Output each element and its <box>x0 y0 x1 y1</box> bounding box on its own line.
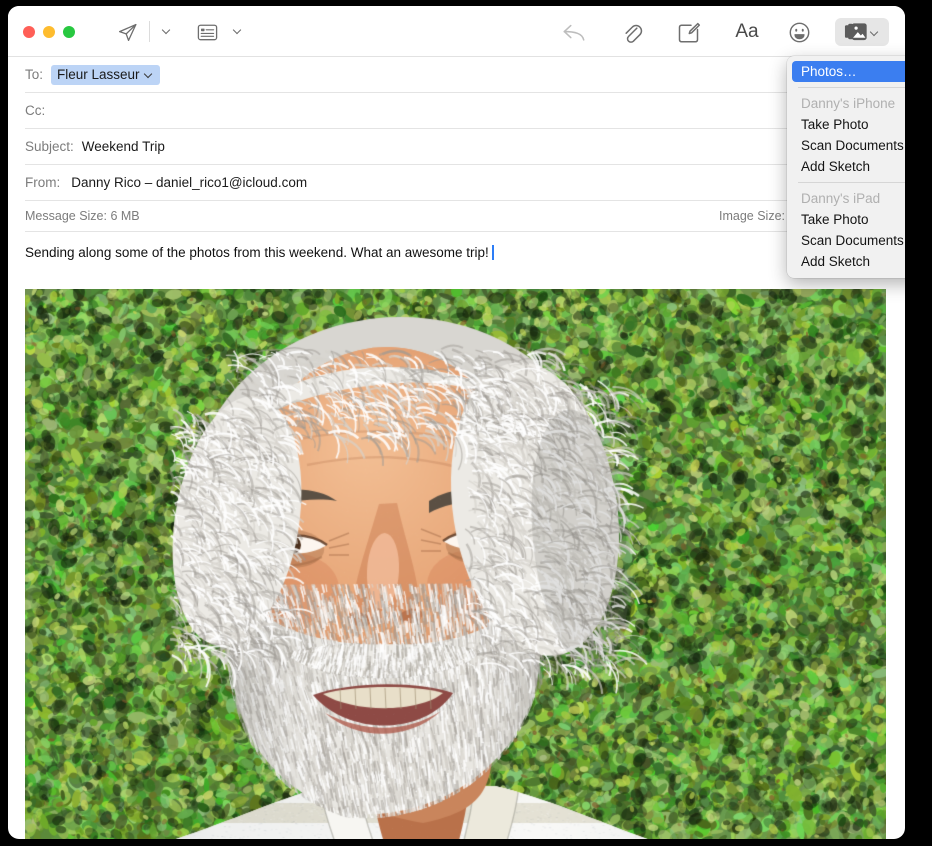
to-field-label: To: <box>25 67 43 82</box>
sizes-row: Message Size: 6 MB Image Size: Actual Si… <box>25 201 888 232</box>
mail-compose-window: Aa To: Fle <box>8 6 905 839</box>
window-toolbar: Aa <box>8 6 905 57</box>
menu-item-iphone-add-sketch[interactable]: Add Sketch <box>787 156 905 177</box>
menu-item-iphone-take-photo[interactable]: Take Photo <box>787 114 905 135</box>
menu-header-iphone: Danny's iPhone <box>787 92 905 114</box>
menu-item-photos[interactable]: Photos… <box>792 61 905 82</box>
photos-button[interactable] <box>835 18 889 46</box>
traffic-light-group <box>23 26 75 38</box>
stationery-icon <box>197 23 218 42</box>
stationery-button[interactable] <box>194 20 220 44</box>
menu-item-ipad-scan-documents[interactable]: Scan Documents <box>787 230 905 251</box>
subject-field-label: Subject: <box>25 139 74 154</box>
message-body-area[interactable]: Sending along some of the photos from th… <box>8 232 905 262</box>
stationery-options-dropdown[interactable] <box>231 23 245 37</box>
from-field-row[interactable]: From: Danny Rico – daniel_rico1@icloud.c… <box>25 165 888 201</box>
menu-item-iphone-scan-documents[interactable]: Scan Documents <box>787 135 905 156</box>
recipient-token[interactable]: Fleur Lasseur <box>51 65 160 85</box>
chevron-down-icon <box>163 26 172 35</box>
emoji-button[interactable] <box>786 20 812 45</box>
attached-photo-image <box>25 289 886 839</box>
format-text-button[interactable]: Aa <box>732 20 762 44</box>
cc-field-label: Cc: <box>25 103 45 118</box>
menu-item-ipad-take-photo[interactable]: Take Photo <box>787 209 905 230</box>
close-window-button[interactable] <box>23 26 35 38</box>
recipient-name: Fleur Lasseur <box>57 67 140 82</box>
menu-item-ipad-add-sketch[interactable]: Add Sketch <box>787 251 905 272</box>
text-cursor <box>492 245 494 260</box>
from-field-label: From: <box>25 175 60 190</box>
chevron-down-icon[interactable] <box>145 70 154 79</box>
chevron-down-icon <box>234 26 243 35</box>
from-field-value: Danny Rico – daniel_rico1@icloud.com <box>71 175 307 190</box>
message-size-label: Message Size: 6 MB <box>25 209 140 223</box>
emoji-smiley-icon <box>788 21 811 44</box>
compose-header-fields: To: Fleur Lasseur Cc: Subject: Weekend T… <box>8 57 905 232</box>
markup-button[interactable] <box>675 20 703 45</box>
chevron-down-icon <box>871 28 880 37</box>
reply-button[interactable] <box>560 20 588 44</box>
zoom-window-button[interactable] <box>63 26 75 38</box>
cc-field-row[interactable]: Cc: <box>25 93 888 129</box>
minimize-window-button[interactable] <box>43 26 55 38</box>
send-options-dropdown[interactable] <box>160 23 174 37</box>
markup-pen-icon <box>677 22 701 44</box>
reply-arrow-icon <box>562 22 586 43</box>
image-size-label: Image Size: <box>719 209 785 223</box>
photos-stack-icon <box>844 22 868 42</box>
photos-dropdown-menu: Photos… Danny's iPhone Take Photo Scan D… <box>787 56 905 278</box>
send-paper-plane-icon <box>117 22 138 43</box>
menu-header-ipad: Danny's iPad <box>787 187 905 209</box>
menu-separator <box>798 87 905 88</box>
message-body-text: Sending along some of the photos from th… <box>25 245 489 260</box>
toolbar-divider <box>149 21 150 42</box>
to-field-row[interactable]: To: Fleur Lasseur <box>25 57 888 93</box>
subject-field-row[interactable]: Subject: Weekend Trip <box>25 129 888 165</box>
send-button[interactable] <box>114 19 140 45</box>
subject-field-value: Weekend Trip <box>82 139 165 154</box>
format-text-label: Aa <box>735 21 758 43</box>
paperclip-icon <box>621 21 643 45</box>
menu-separator <box>798 182 905 183</box>
attached-photo[interactable] <box>25 289 886 839</box>
attach-file-button[interactable] <box>618 19 646 46</box>
